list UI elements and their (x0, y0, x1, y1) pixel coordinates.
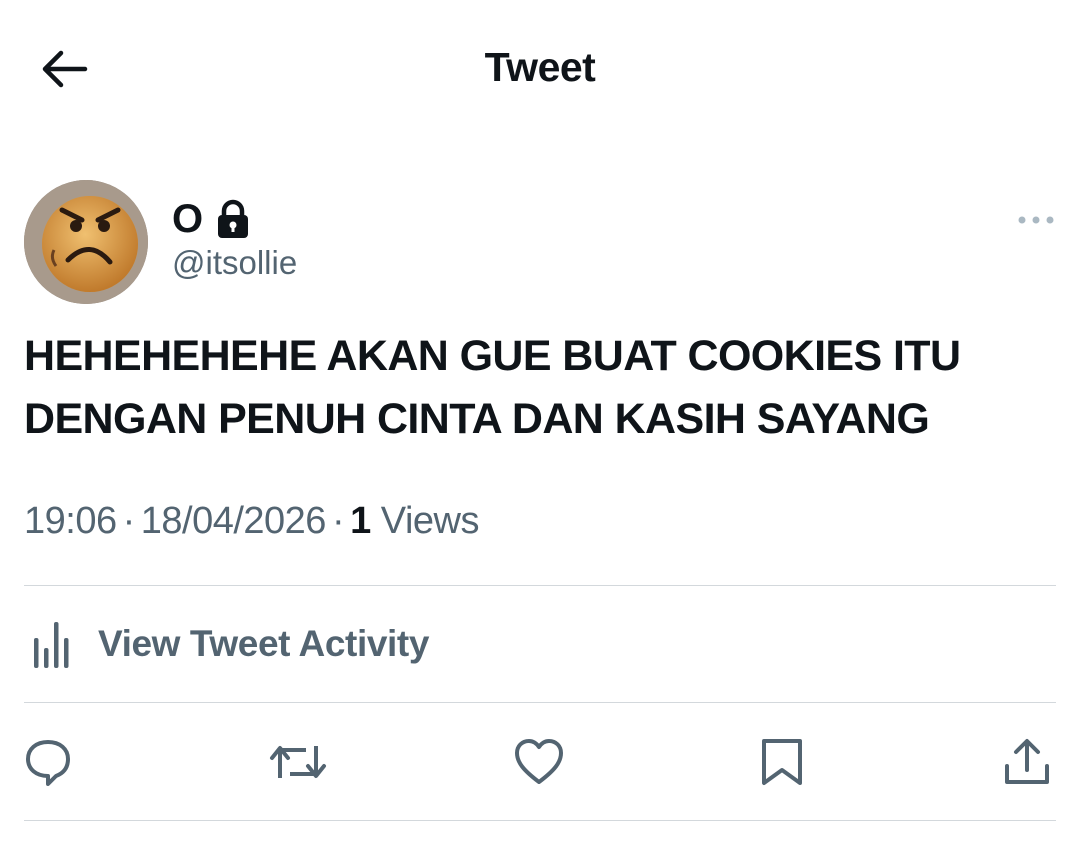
tweet-meta: 19:06 · 18/04/2026 · 1 Views (24, 500, 479, 543)
tweet-text: HEHEHEHEHE AKAN GUE BUAT COOKIES ITU DEN… (24, 332, 961, 443)
tweet-action-bar (0, 730, 1080, 794)
divider (24, 820, 1056, 821)
author-handle[interactable]: @itsollie (172, 244, 297, 282)
avatar[interactable] (24, 180, 148, 304)
views-label: Views (380, 500, 480, 542)
views-count: 1 (350, 500, 371, 542)
view-tweet-activity-label: View Tweet Activity (98, 623, 430, 664)
tweet-date[interactable]: 18/04/2026 (141, 500, 327, 542)
meta-separator: · (331, 500, 345, 542)
page-title: Tweet (484, 44, 596, 90)
meta-separator: · (122, 500, 136, 542)
tweet-time[interactable]: 19:06 (24, 500, 117, 542)
author-display-name[interactable]: O (172, 197, 203, 242)
more-options-button[interactable] (1016, 206, 1056, 234)
bookmark-icon (762, 739, 802, 785)
analytics-bars-icon (34, 622, 69, 668)
tweet-author-row: O @itsollie (24, 180, 1056, 304)
retweet-icon (270, 746, 326, 778)
reply-icon (26, 740, 70, 786)
divider (24, 585, 1056, 586)
heart-icon (515, 739, 563, 784)
more-horizontal-icon (1018, 216, 1054, 224)
angry-cookie-avatar (24, 180, 148, 304)
divider (24, 702, 1056, 703)
share-icon (1005, 739, 1049, 784)
bookmark-button[interactable] (750, 730, 814, 794)
like-button[interactable] (507, 730, 571, 794)
view-tweet-activity-button[interactable]: View Tweet Activity (24, 612, 429, 676)
lock-icon (217, 199, 248, 238)
reply-button[interactable] (16, 730, 80, 794)
retweet-button[interactable] (266, 730, 330, 794)
share-button[interactable] (995, 730, 1059, 794)
author-name-row: O (172, 196, 251, 242)
top-bar: Tweet (0, 0, 1080, 140)
